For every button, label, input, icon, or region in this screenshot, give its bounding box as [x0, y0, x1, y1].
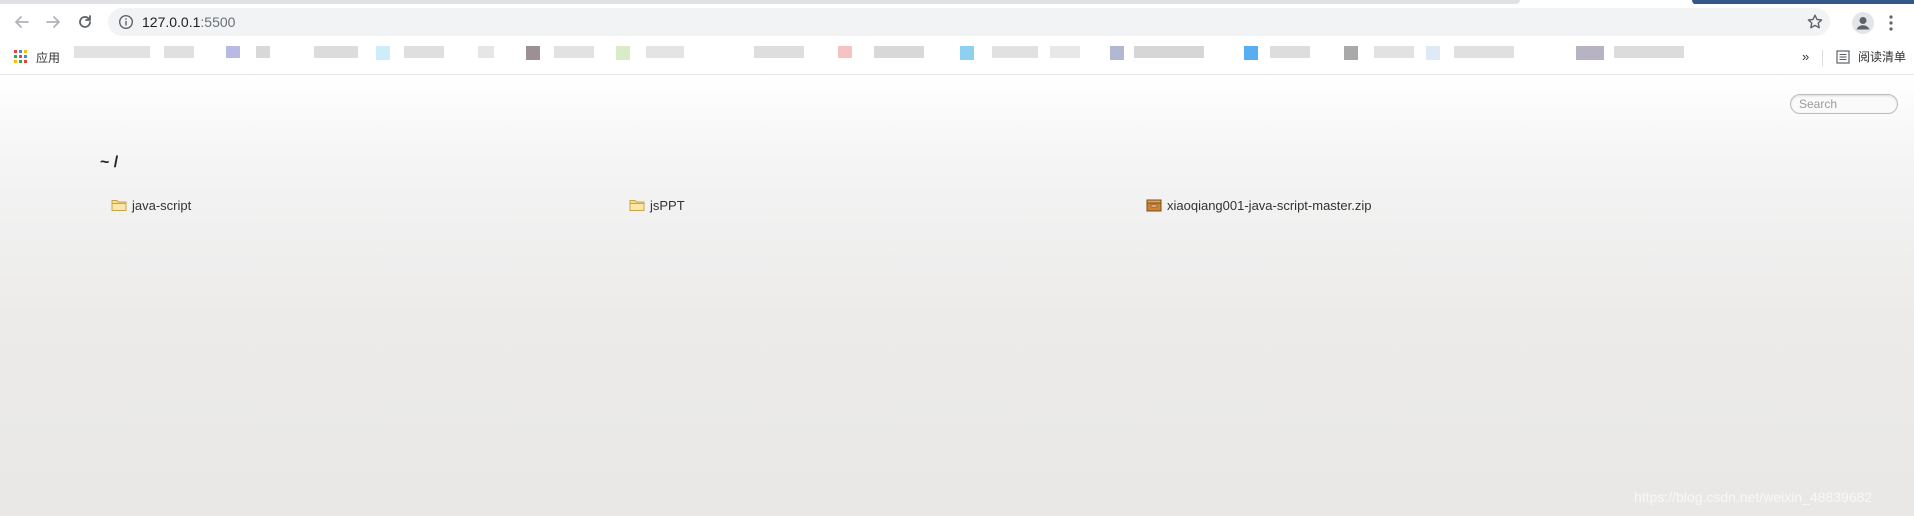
- apps-grid-icon: [14, 50, 28, 64]
- star-icon[interactable]: [1806, 13, 1824, 31]
- info-icon[interactable]: [118, 14, 134, 30]
- entry-name: java-script: [132, 197, 192, 213]
- reload-button[interactable]: [73, 10, 97, 34]
- forward-button[interactable]: [41, 10, 65, 34]
- apps-shortcut[interactable]: 应用: [14, 48, 60, 66]
- apps-label: 应用: [36, 50, 61, 65]
- archive-icon: [1146, 199, 1162, 212]
- more-bookmarks-button[interactable]: »: [1802, 49, 1809, 64]
- back-arrow-icon: [15, 16, 29, 28]
- bookmarks-divider: [1822, 50, 1823, 66]
- vertical-dots-icon[interactable]: [1888, 14, 1894, 32]
- entry-name: jsPPT: [650, 197, 685, 213]
- profile-icon: [1856, 17, 1870, 30]
- browser-toolbar: 127.0.0.1:5500: [0, 4, 1914, 40]
- profile-button[interactable]: [1852, 12, 1874, 34]
- forward-arrow-icon: [46, 16, 60, 28]
- list-item-folder[interactable]: jsPPT: [629, 197, 685, 213]
- directory-listing-page: ~ / java-script jsPPT xiaoqiang001-java-…: [0, 75, 1914, 516]
- folder-icon: [629, 200, 645, 211]
- address-port: :5500: [200, 14, 236, 30]
- bookmarks-bar: 应用 » 阅读清单: [0, 40, 1914, 75]
- list-item-archive[interactable]: xiaoqiang001-java-script-master.zip: [1146, 197, 1371, 213]
- reading-list-label: 阅读清单: [1858, 50, 1907, 64]
- address-url[interactable]: 127.0.0.1:5500: [142, 14, 235, 30]
- back-button[interactable]: [10, 10, 34, 34]
- search-input[interactable]: [1790, 94, 1898, 114]
- blurred-bookmarks: [74, 44, 1724, 74]
- reading-list-icon: [1836, 49, 1850, 64]
- breadcrumb[interactable]: ~ /: [100, 154, 118, 172]
- folder-icon: [111, 200, 127, 211]
- watermark: https://blog.csdn.net/weixin_48839682: [1634, 489, 1873, 505]
- address-host: 127.0.0.1: [142, 14, 201, 30]
- address-bar[interactable]: 127.0.0.1:5500: [108, 8, 1830, 36]
- reading-list-button[interactable]: 阅读清单: [1836, 48, 1906, 65]
- reload-icon: [79, 15, 91, 28]
- entry-name: xiaoqiang001-java-script-master.zip: [1167, 197, 1372, 213]
- list-item-folder[interactable]: java-script: [111, 197, 191, 213]
